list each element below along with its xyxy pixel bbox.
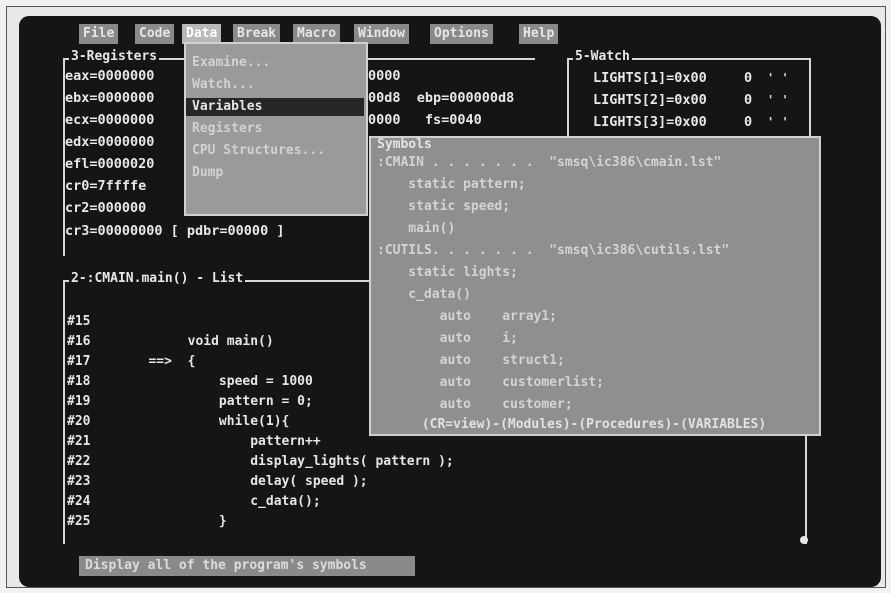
debugger-screen: File Code Data Break Macro Window Option… <box>19 16 881 587</box>
register-row: efl=0000020 <box>65 156 155 172</box>
code-line[interactable]: delay( speed ); <box>125 474 367 489</box>
symbols-footer-keys[interactable]: (CR=view)-(Modules)-(Procedures)-(VARIAB… <box>371 416 817 434</box>
menu-window[interactable]: Window <box>354 24 409 44</box>
menu-item-variables[interactable]: Variables <box>186 98 364 116</box>
symbols-window: Symbols :CMAIN . . . . . . . "smsq\ic386… <box>369 136 821 436</box>
menu-code[interactable]: Code <box>135 24 175 44</box>
line-number: #24 <box>67 494 91 509</box>
menu-macro[interactable]: Macro <box>293 24 341 44</box>
register-row: ecx=0000000 <box>65 112 155 128</box>
resize-handle[interactable] <box>800 536 808 544</box>
symbol-line[interactable]: auto array1; <box>377 308 557 326</box>
menu-item-dump[interactable]: Dump <box>192 164 223 182</box>
menu-data[interactable]: Data <box>182 24 222 44</box>
watch-row: LIGHTS[1]=0x00 <box>593 70 707 86</box>
light-dots-icon: ' ' <box>767 93 789 107</box>
line-number: #17 <box>67 354 91 369</box>
menu-item-registers[interactable]: Registers <box>192 120 262 138</box>
list-lines: #15 #16 #17 #18 #19 #20 #21 #22 #23 #24 … <box>67 292 90 532</box>
symbol-line[interactable]: auto i; <box>377 330 518 348</box>
line-number: #19 <box>67 394 91 409</box>
symbol-line[interactable]: auto customer; <box>377 396 573 414</box>
symbol-line[interactable]: :CUTILS. . . . . . . "smsq\ic386\cutils.… <box>377 242 729 260</box>
watch-row: LIGHTS[3]=0x00 <box>593 114 707 130</box>
menu-item-examine[interactable]: Examine... <box>192 54 270 72</box>
line-number: #22 <box>67 454 91 469</box>
menu-options[interactable]: Options <box>430 24 493 44</box>
symbol-line[interactable]: auto struct1; <box>377 352 565 370</box>
register-row: ebx=0000000 <box>65 90 155 106</box>
line-number: #15 <box>67 314 91 329</box>
code-line[interactable]: display_lights( pattern ); <box>125 454 454 469</box>
line-number: #18 <box>67 374 91 389</box>
code-line[interactable]: pattern++ <box>125 434 320 449</box>
symbol-line[interactable]: auto customerlist; <box>377 374 604 392</box>
menu-item-watch[interactable]: Watch... <box>192 76 255 94</box>
data-dropdown-menu: Examine... Watch... Variables Registers … <box>184 42 368 216</box>
line-number: #21 <box>67 434 91 449</box>
light-dots-icon: ' ' <box>767 71 789 85</box>
symbol-line[interactable]: static lights; <box>377 264 518 282</box>
symbol-line[interactable]: main() <box>377 220 455 238</box>
register-row-right: 0000 fs=0040 <box>368 112 482 128</box>
register-row-right: 0000 <box>368 68 401 84</box>
line-number: #25 <box>67 514 91 529</box>
register-row: cr3=00000000 [ pdbr=00000 ] <box>65 223 285 239</box>
watch-value: 0 <box>744 70 753 86</box>
menu-file[interactable]: File <box>79 24 119 44</box>
light-dots-icon: ' ' <box>767 115 789 129</box>
watch-value: 0 <box>744 114 753 130</box>
code-line current-line[interactable]: ==> { <box>125 354 195 369</box>
register-row: cr2=000000 <box>65 200 147 216</box>
line-number: #20 <box>67 414 91 429</box>
list-title: 2-:CMAIN.main() - List <box>69 271 246 286</box>
symbol-line[interactable]: :CMAIN . . . . . . . "smsq\ic386\cmain.l… <box>377 154 721 172</box>
code-line[interactable]: pattern = 0; <box>125 394 313 409</box>
register-row: edx=0000000 <box>65 134 155 150</box>
menu-break[interactable]: Break <box>233 24 281 44</box>
symbols-title: Symbols <box>377 137 432 152</box>
registers-title: 3-Registers <box>69 49 160 64</box>
line-number: #16 <box>67 334 91 349</box>
register-row-right: 00d8 ebp=000000d8 <box>368 90 515 106</box>
symbol-line[interactable]: c_data() <box>377 286 471 304</box>
watch-value: 0 <box>744 92 753 108</box>
code-line[interactable]: c_data(); <box>125 494 320 509</box>
symbol-line[interactable]: static pattern; <box>377 176 525 194</box>
code-line[interactable]: } <box>125 514 227 529</box>
symbol-line[interactable]: static speed; <box>377 198 510 216</box>
register-row: eax=0000000 <box>65 68 155 84</box>
code-line[interactable]: speed = 1000 <box>125 374 313 389</box>
status-line: Display all of the program's symbols <box>79 556 415 576</box>
watch-row: LIGHTS[2]=0x00 <box>593 92 707 108</box>
line-number: #23 <box>67 474 91 489</box>
menu-help[interactable]: Help <box>519 24 559 44</box>
menu-item-cpu-structures[interactable]: CPU Structures... <box>192 142 325 160</box>
code-line[interactable]: void main() <box>125 334 274 349</box>
watch-title: 5-Watch <box>573 49 632 64</box>
code-line[interactable]: while(1){ <box>125 414 289 429</box>
register-row: cr0=7ffffe <box>65 178 147 194</box>
